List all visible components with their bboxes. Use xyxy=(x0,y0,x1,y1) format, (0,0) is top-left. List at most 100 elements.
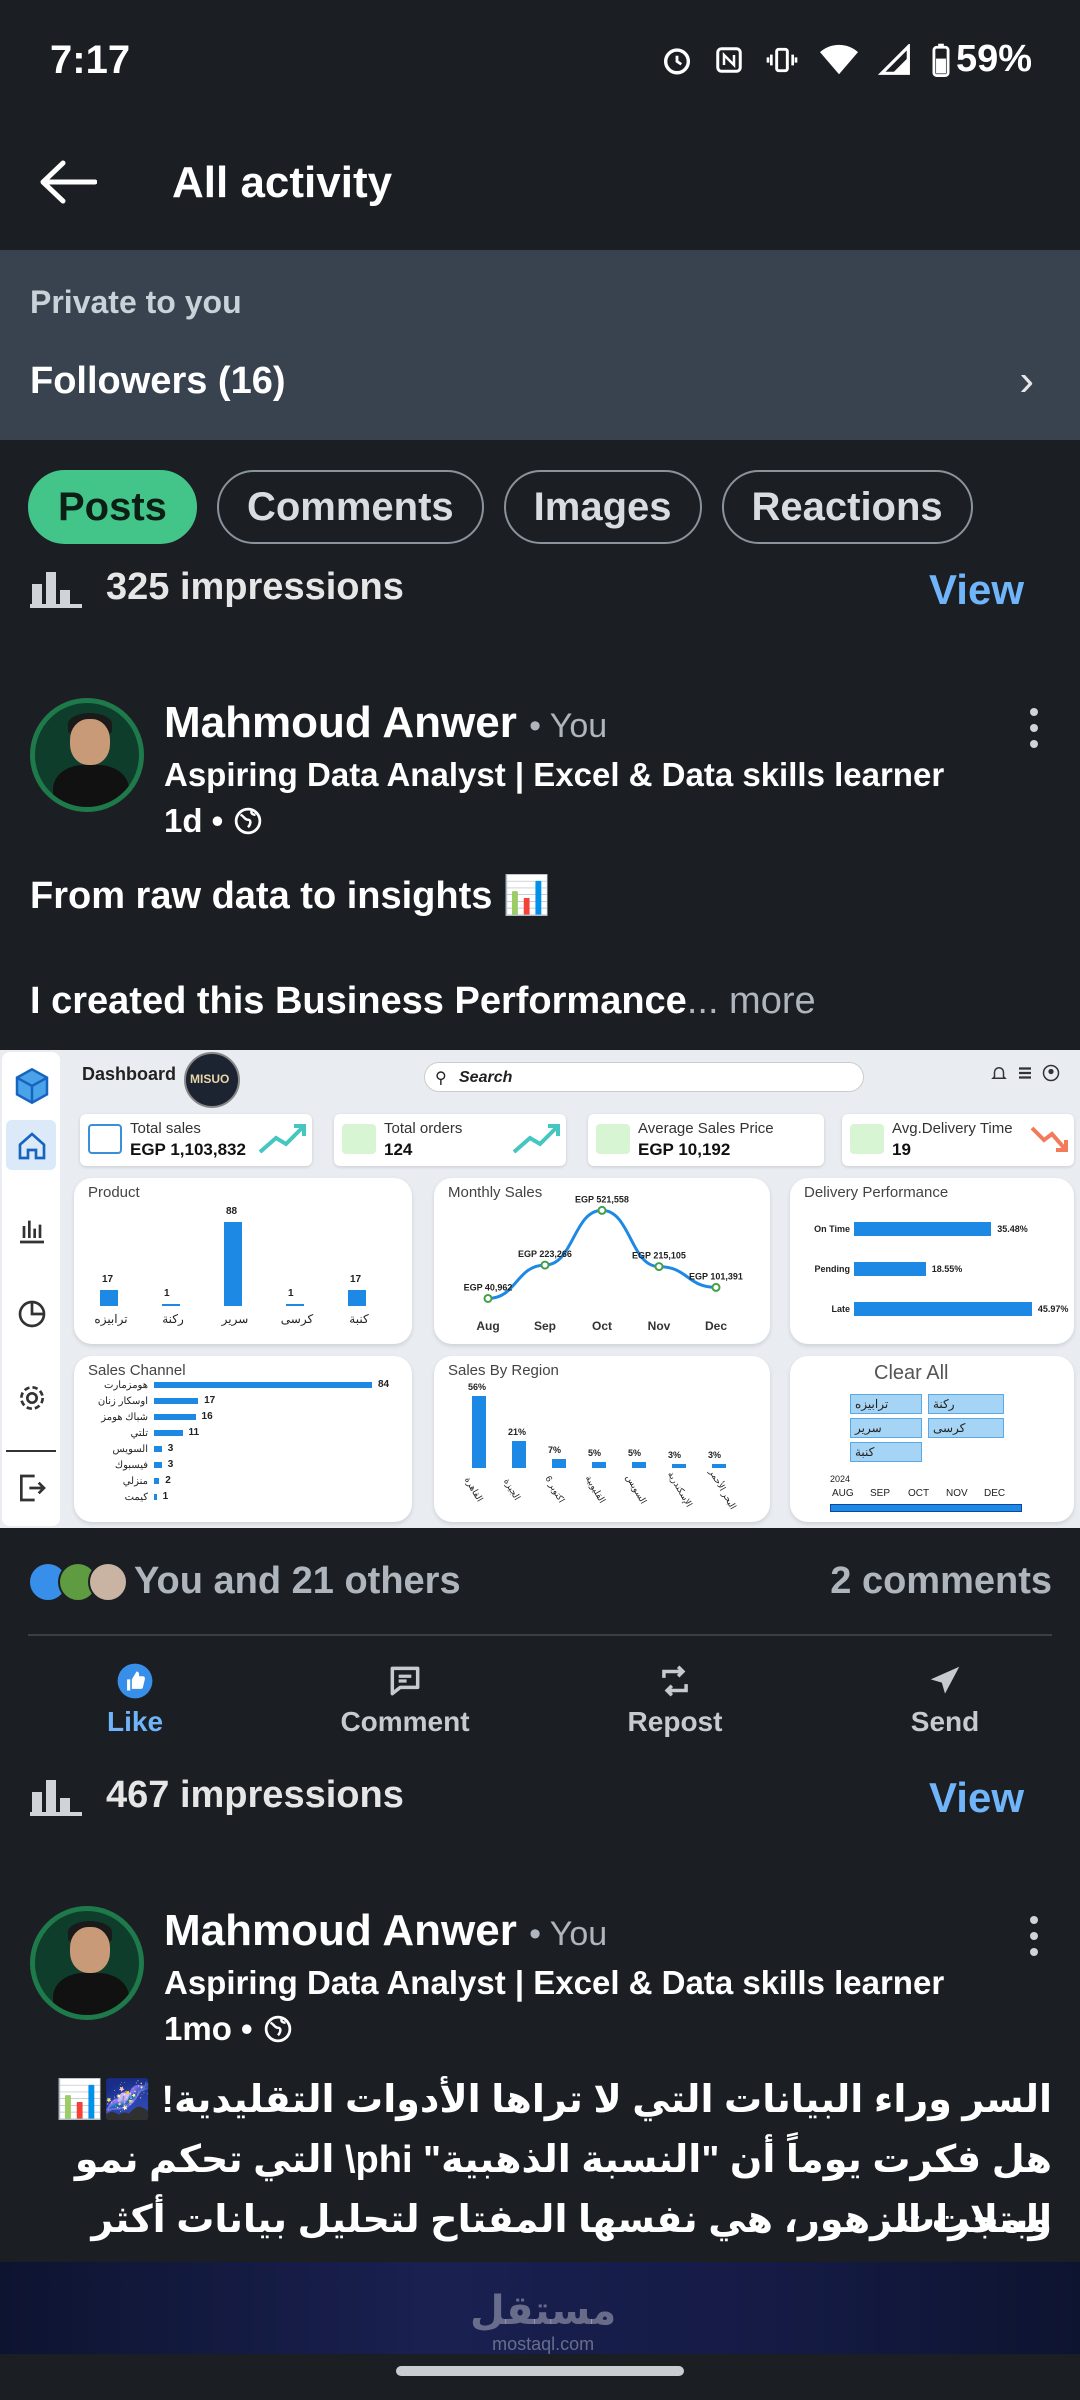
region-bar xyxy=(672,1464,686,1468)
repost-label: Repost xyxy=(627,1706,723,1737)
channel-category-label: السويس xyxy=(112,1444,148,1455)
impressions-row: 467 impressions xyxy=(30,1774,404,1817)
signal-icon xyxy=(877,43,910,75)
monthly-sales-point xyxy=(597,1205,607,1215)
chart-product: Product 17 ترابيزه 1 ركنة 88 سرير 1 كرسى 17 كنبة xyxy=(74,1178,412,1344)
globe-icon xyxy=(234,807,262,835)
post-meta: 1d • xyxy=(164,802,263,840)
view-analytics-link[interactable]: View xyxy=(929,566,1024,614)
timeline-month: OCT xyxy=(908,1488,930,1499)
clear-all-button: Clear All xyxy=(874,1362,949,1384)
comments-count[interactable]: 2 comments xyxy=(830,1560,1052,1603)
like-label: Like xyxy=(106,1706,164,1737)
channel-bar xyxy=(154,1398,199,1404)
chevron-right-icon[interactable]: › xyxy=(1019,356,1034,406)
channel-bar xyxy=(154,1414,196,1420)
slicer-item: ركنة xyxy=(928,1394,1004,1414)
private-banner xyxy=(0,250,1080,440)
reactions-summary[interactable]: You and 21 others xyxy=(134,1560,461,1603)
repost-button[interactable]: Repost xyxy=(540,1650,810,1750)
delivery-category-label: On Time xyxy=(814,1224,850,1234)
activity-tabs: Posts Comments Images Reactions xyxy=(28,470,973,544)
region-category-label: 6 اكتوبر xyxy=(543,1474,567,1505)
avatar[interactable] xyxy=(30,1906,144,2020)
more-options-icon[interactable] xyxy=(1026,1916,1042,1956)
see-more-link[interactable]: ... more xyxy=(687,980,816,1022)
region-category-label: الجيزة xyxy=(501,1476,523,1502)
you-tag: • You xyxy=(529,707,608,745)
private-caption: Private to you xyxy=(30,284,242,320)
monthly-x-label: Nov xyxy=(648,1319,671,1333)
tab-reactions[interactable]: Reactions xyxy=(721,470,973,544)
monthly-x-label: Aug xyxy=(476,1319,499,1333)
monthly-value-label: EGP 521,558 xyxy=(575,1194,629,1204)
send-button[interactable]: Send xyxy=(810,1650,1080,1750)
channel-bar xyxy=(154,1382,372,1388)
region-bar xyxy=(512,1441,526,1468)
tab-images[interactable]: Images xyxy=(503,470,702,544)
region-value-label: 5% xyxy=(628,1447,642,1458)
impressions-row: 325 impressions xyxy=(30,566,404,609)
product-category-label: ركنة xyxy=(162,1312,184,1326)
channel-value-label: 16 xyxy=(201,1411,213,1422)
followers-link[interactable]: Followers (16) xyxy=(30,360,286,403)
reaction-icons[interactable] xyxy=(28,1562,128,1602)
channel-bar xyxy=(154,1430,183,1436)
channel-bar xyxy=(154,1462,162,1468)
monthly-sales-point xyxy=(540,1260,550,1270)
comment-button[interactable]: Comment xyxy=(270,1650,540,1750)
avatar[interactable] xyxy=(30,698,144,812)
slicer-item: كنبة xyxy=(850,1442,922,1462)
timeline-year: 2024 xyxy=(830,1474,851,1484)
settings-icon xyxy=(20,1386,44,1410)
monthly-value-label: EGP 40,962 xyxy=(464,1282,513,1292)
chart-sales-channel: Sales Channel هومزمارت 84 اوسكار زنان 17 شبا… xyxy=(74,1356,412,1522)
send-label: Send xyxy=(910,1706,980,1737)
send-icon xyxy=(930,1666,960,1694)
product-bar xyxy=(224,1222,242,1306)
kpi-avg-delivery-time: Avg.Delivery Time 19 xyxy=(842,1114,1074,1166)
impressions-count: 467 impressions xyxy=(106,1774,404,1816)
region-value-label: 3% xyxy=(668,1450,682,1461)
tab-comments[interactable]: Comments xyxy=(216,470,484,544)
user-icon xyxy=(1042,1064,1060,1082)
slicer-item: ترابيزه xyxy=(850,1394,922,1414)
back-button[interactable] xyxy=(36,150,100,214)
post-image-dashboard[interactable]: Dashboard MISUO ⚲ Search Total sales EGP… xyxy=(0,1050,1080,1528)
kpi-average-sales-price: Average Sales Price EGP 10,192 xyxy=(588,1114,824,1166)
author-name[interactable]: Mahmoud Anwer • You xyxy=(164,1906,607,1956)
region-category-label: القاهرة xyxy=(462,1475,485,1504)
nfc-icon xyxy=(716,46,742,73)
analytics-icon xyxy=(30,1779,82,1816)
thumbs-up-icon xyxy=(117,1663,153,1699)
product-category-label: كنبة xyxy=(349,1312,369,1326)
author-name[interactable]: Mahmoud Anwer • You xyxy=(164,698,607,748)
region-category-label: الإسكندرية xyxy=(665,1469,695,1509)
product-category-label: كرسى xyxy=(280,1312,314,1326)
product-value-label: 1 xyxy=(164,1288,170,1299)
like-button[interactable]: Like xyxy=(0,1650,270,1750)
product-value-label: 17 xyxy=(350,1273,362,1285)
slicer-panel: Clear All ترابيزه ركنة سرير كرسى كنبة 20… xyxy=(790,1356,1074,1522)
battery-indicator: 59% xyxy=(932,38,1032,81)
region-category-label: السويس xyxy=(624,1472,649,1506)
chart-monthly-sales: Monthly Sales EGP 40,962 Aug EGP 223,266 Se… xyxy=(434,1178,770,1344)
channel-bar xyxy=(154,1494,157,1500)
more-options-icon[interactable] xyxy=(1026,708,1042,748)
channel-bar xyxy=(154,1478,160,1484)
channel-value-label: 84 xyxy=(378,1379,390,1390)
view-analytics-link[interactable]: View xyxy=(929,1774,1024,1822)
delivery-bar xyxy=(854,1262,926,1276)
battery-percent: 59% xyxy=(955,38,1032,80)
divider xyxy=(28,1634,1052,1636)
delivery-bar xyxy=(854,1222,992,1236)
channel-category-label: اوسكار زنان xyxy=(97,1396,148,1407)
battery-icon xyxy=(932,43,950,77)
tab-posts[interactable]: Posts xyxy=(28,470,197,544)
watermark: مستقل mostaql.com xyxy=(470,2288,616,2355)
post-time: 1mo • xyxy=(164,2010,253,2047)
channel-category-label: منزلي xyxy=(122,1476,148,1487)
region-bar xyxy=(592,1461,606,1468)
product-bar xyxy=(100,1289,118,1306)
slicer-item: كرسى xyxy=(928,1418,1004,1438)
